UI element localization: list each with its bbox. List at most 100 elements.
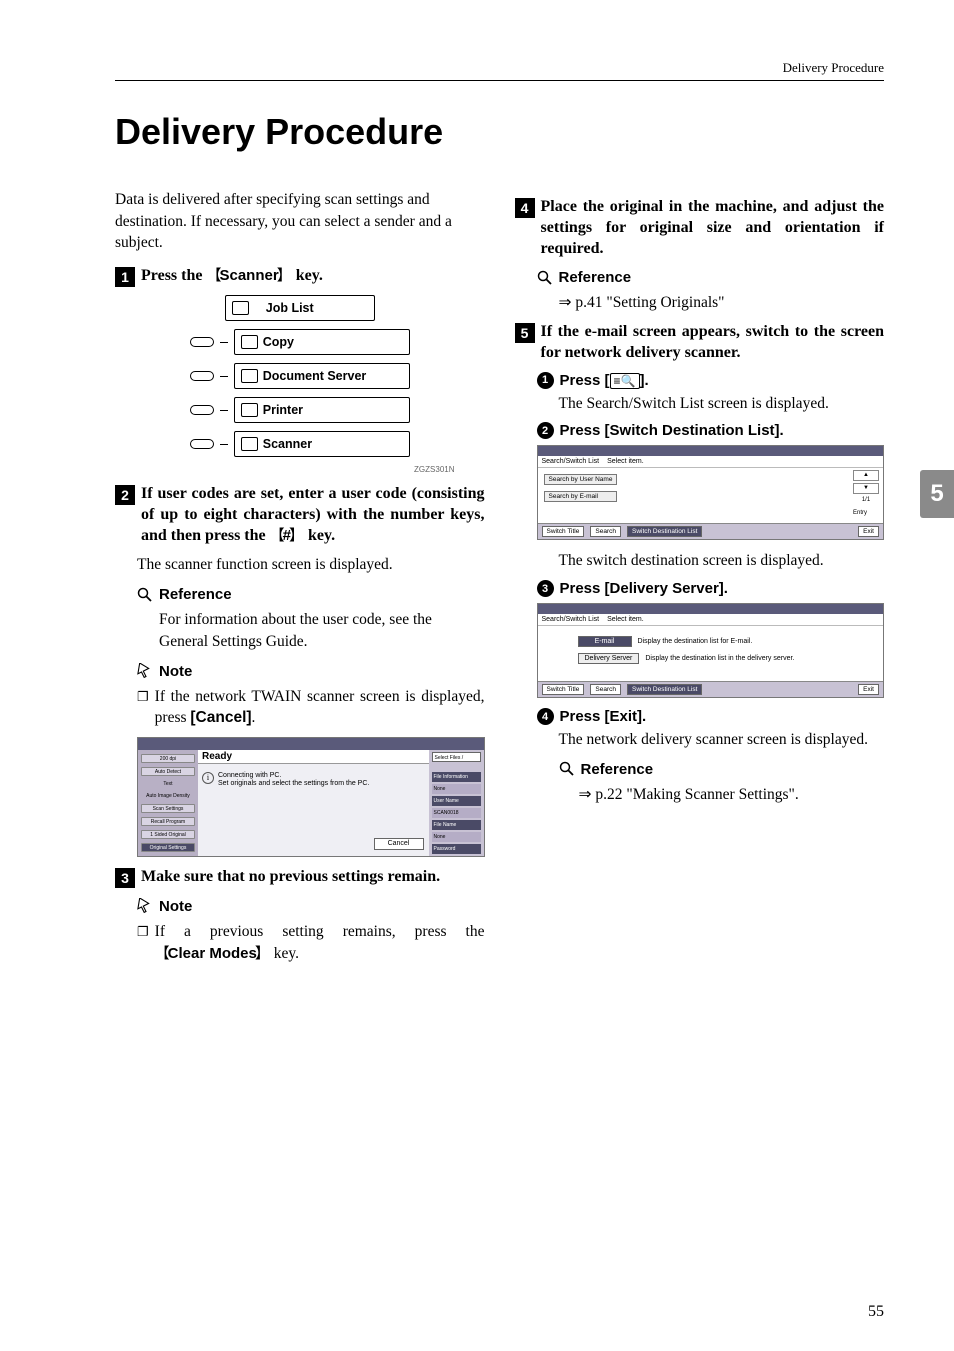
note-2-post: key. [270, 945, 299, 962]
scroll-down-icon: ▼ [853, 483, 879, 494]
rchip: SCAN0018 [432, 808, 481, 818]
note-1-row: ❐ If the network TWAIN scanner screen is… [137, 686, 485, 729]
substep-a-post: ]. [640, 372, 649, 389]
ss3-title: Search/Switch List [542, 616, 600, 623]
step-5-text: If the e-mail screen appears, switch to … [541, 322, 885, 364]
screenshot-row1: Search/Switch List Select item. [538, 456, 884, 468]
key-row-scanner: Scanner [190, 431, 410, 457]
chapter-tab: 5 [920, 470, 954, 518]
note-heading-1: Note [137, 663, 485, 680]
note-label: Note [159, 663, 192, 680]
key-row-docserver: Document Server [190, 363, 410, 389]
step-1-post: key. [292, 267, 323, 284]
substep-number-2: 2 [537, 422, 554, 439]
exit-softkey: [Exit]. [605, 708, 647, 725]
led-icon [190, 371, 214, 381]
note-icon [137, 663, 153, 679]
scanner-key-btn: Scanner [234, 431, 410, 457]
left-column: Data is delivered after specifying scan … [115, 189, 485, 972]
step-2-text: If user codes are set, enter a user code… [141, 484, 485, 546]
substep-d-body: The network delivery scanner screen is d… [559, 729, 885, 751]
device-keys-figure: Job List Copy Document Server Printer Sc [190, 295, 410, 457]
switch-destination-list-button: Switch Destination List [627, 526, 702, 537]
substep-c: 3 Press [Delivery Server]. [537, 580, 885, 597]
rchip: None [432, 784, 481, 794]
substep-b: 2 Press [Switch Destination List]. [537, 422, 885, 439]
search-by-email-button: Search by E-mail [544, 491, 618, 502]
substep-a-pre: Press [ [560, 372, 610, 389]
step-3-text: Make sure that no previous settings rema… [141, 867, 485, 888]
chip: Text [141, 780, 195, 788]
screenshot-topbar [538, 446, 884, 456]
chip: Scan Settings [141, 804, 195, 813]
step-2-body: The scanner function screen is displayed… [137, 554, 485, 576]
step-2: 2 If user codes are set, enter a user co… [115, 484, 485, 546]
substep-c-pre: Press [560, 580, 605, 597]
step-1-text: Press the Scanner key. [141, 266, 485, 287]
delivery-desc: Display the destination list in the deli… [645, 655, 794, 662]
switch-destination-list-button: Switch Destination List [627, 684, 702, 695]
screenshot-left-col: 200 dpi Auto Detect Text Auto Image Dens… [138, 750, 198, 856]
rchip: File Information [432, 772, 481, 782]
substep-a: 1 Press [≡🔍]. [537, 372, 885, 389]
note-2-row: ❐ If a previous setting remains, press t… [137, 921, 485, 964]
rchip: User Name [432, 796, 481, 806]
key-row-copy: Copy [190, 329, 410, 355]
ss3-bottom-bar: Switch Title Search Switch Destination L… [538, 681, 884, 697]
step-1: 1 Press the Scanner key. [115, 266, 485, 287]
switch-title-button: Switch Title [542, 526, 585, 537]
ss3-center: E-mail Display the destination list for … [578, 636, 795, 664]
step-number-4: 4 [515, 198, 535, 218]
led-icon [190, 337, 214, 347]
twain-screenshot: Ready 200 dpi Auto Detect Text Auto Imag… [137, 737, 485, 857]
screenshot-topbar [138, 738, 484, 750]
led-icon [190, 405, 214, 415]
key-row-joblist: Job List [190, 295, 410, 321]
delivery-server-softkey: [Delivery Server]. [605, 580, 728, 597]
switch-list-screenshot-2: Search/Switch List Select item. E-mail D… [537, 603, 885, 698]
exit-button: Exit [858, 684, 879, 695]
reference-label: Reference [581, 761, 654, 778]
info-icon: i [202, 772, 214, 784]
rchip: None [432, 832, 481, 842]
step-number-2: 2 [115, 485, 135, 505]
key-row-printer: Printer [190, 397, 410, 423]
substep-number-4: 4 [537, 708, 554, 725]
step-number-3: 3 [115, 868, 135, 888]
screenshot-row1: Search/Switch List Select item. [538, 614, 884, 626]
cancel-button: Cancel [374, 838, 424, 850]
email-desc: Display the destination list for E-mail. [638, 638, 753, 645]
substep-a-body: The Search/Switch List screen is display… [559, 393, 885, 415]
bullet-icon: ❐ [137, 688, 149, 729]
rchip: Password [432, 844, 481, 854]
reference-heading-3: Reference [559, 761, 885, 778]
chip: 200 dpi [141, 754, 195, 763]
substep-number-1: 1 [537, 372, 554, 389]
dash-icon [220, 444, 228, 445]
step-4-text: Place the original in the machine, and a… [541, 197, 885, 259]
chip: Recall Program [141, 817, 195, 826]
substep-d: 4 Press [Exit]. [537, 708, 885, 725]
list-search-icon: ≡🔍 [610, 373, 640, 389]
reference-label: Reference [559, 269, 632, 286]
header-rule [115, 80, 884, 81]
reference-heading-2: Reference [537, 269, 885, 286]
substep-b-text: Press [Switch Destination List]. [560, 422, 885, 439]
note-heading-2: Note [137, 898, 485, 915]
delivery-server-button: Delivery Server [578, 653, 640, 664]
led-icon [190, 439, 214, 449]
chip: Auto Image Density [141, 792, 195, 800]
chip: Original Settings [141, 843, 195, 852]
note-1-text: If the network TWAIN scanner screen is d… [155, 686, 485, 729]
reference-icon [137, 587, 153, 603]
ss2-mid-buttons: Search by User Name Search by E-mail [544, 474, 618, 502]
note-label: Note [159, 898, 192, 915]
substep-number-3: 3 [537, 580, 554, 597]
note-1-post: . [252, 709, 256, 726]
substep-c-text: Press [Delivery Server]. [560, 580, 885, 597]
ready-bar: Ready [198, 750, 429, 764]
bullet-icon: ❐ [137, 923, 149, 964]
joblist-key: Job List [225, 295, 375, 321]
ss2-bottom-bar: Switch Title Search Switch Destination L… [538, 523, 884, 539]
dash-icon [220, 342, 228, 343]
